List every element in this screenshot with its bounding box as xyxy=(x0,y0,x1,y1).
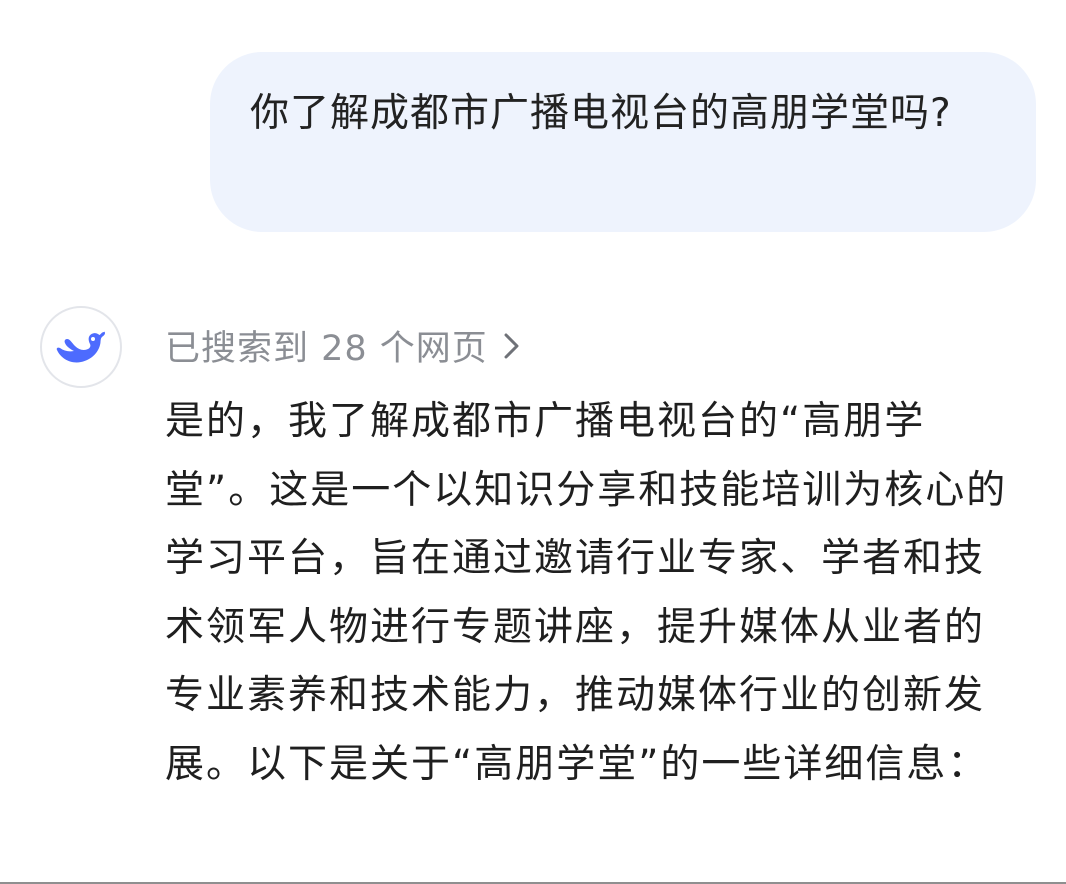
chevron-right-icon xyxy=(504,333,519,358)
user-message-text: 你了解成都市广播电视台的高朋学堂吗? xyxy=(250,91,952,136)
deepseek-whale-icon xyxy=(56,331,105,363)
search-results-toggle[interactable]: 已搜索到 28 个网页 xyxy=(165,320,522,371)
search-results-label: 已搜索到 28 个网页 xyxy=(165,329,488,369)
assistant-avatar xyxy=(40,306,122,388)
assistant-answer-text: 是的，我了解成都市广播电视台的“高朋学堂”。这是一个以知识分享和技能培训为核心的… xyxy=(165,399,1008,787)
user-message-bubble: 你了解成都市广播电视台的高朋学堂吗? xyxy=(210,52,1036,232)
chat-view: 你了解成都市广播电视台的高朋学堂吗? 已搜索到 28 个网页 是的，我了解成都市… xyxy=(0,0,1066,884)
